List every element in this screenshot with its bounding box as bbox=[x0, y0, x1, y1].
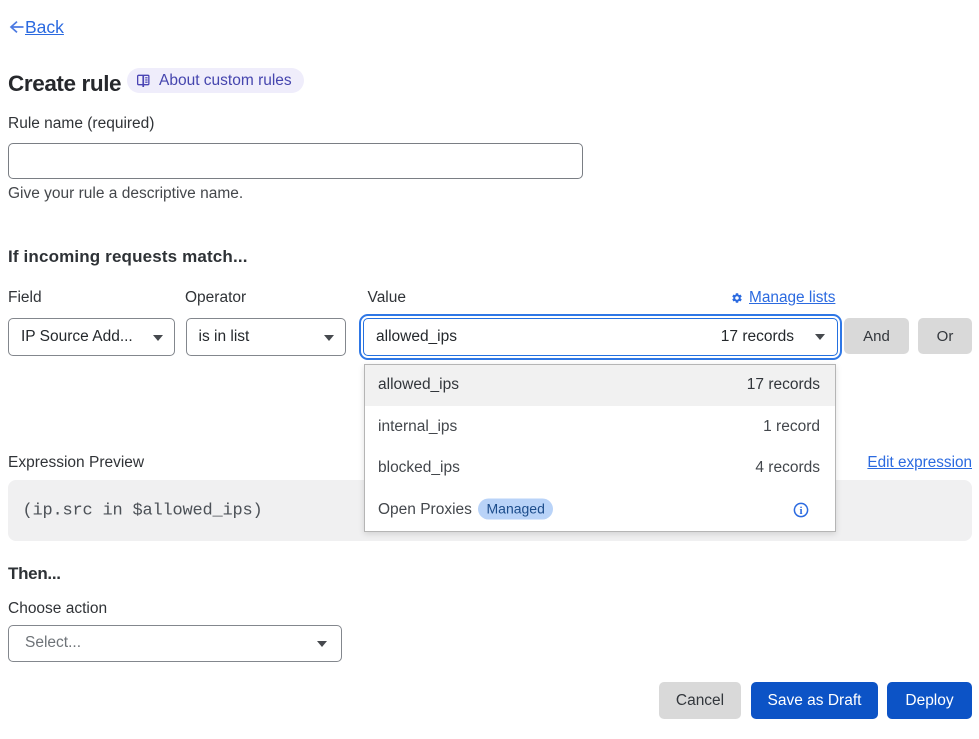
svg-text:i: i bbox=[799, 505, 802, 517]
